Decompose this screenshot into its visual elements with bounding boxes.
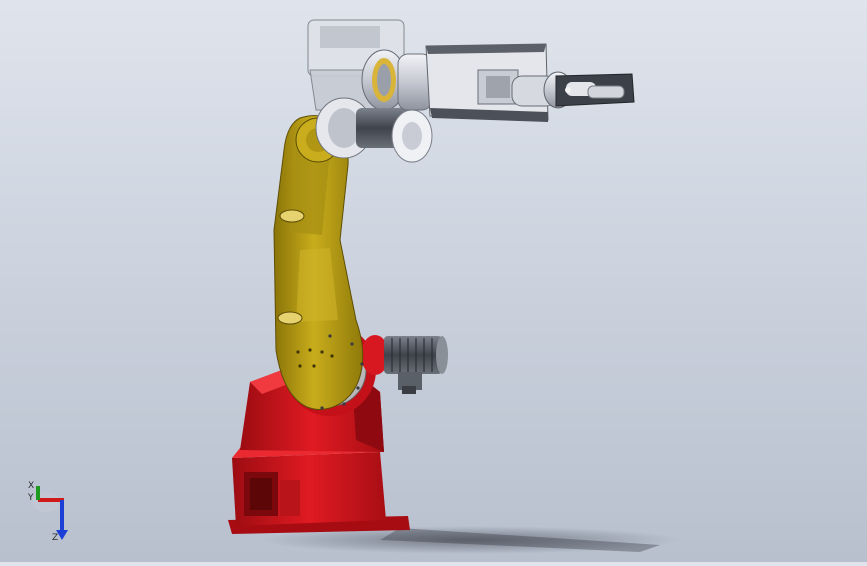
3d-viewport[interactable] <box>0 0 867 562</box>
elbow-joint[interactable] <box>307 19 433 163</box>
wrist-flange[interactable] <box>543 71 635 109</box>
z-axis-label: Z <box>52 533 58 543</box>
forearm[interactable] <box>425 43 557 122</box>
robot-arm-model[interactable] <box>0 0 867 562</box>
shoulder-motor[interactable] <box>384 336 448 394</box>
y-axis-label: Y <box>27 493 34 503</box>
reference-triad: X Y Z <box>27 481 68 543</box>
x-axis-label: X <box>28 481 34 491</box>
lower-arm[interactable] <box>273 115 364 410</box>
